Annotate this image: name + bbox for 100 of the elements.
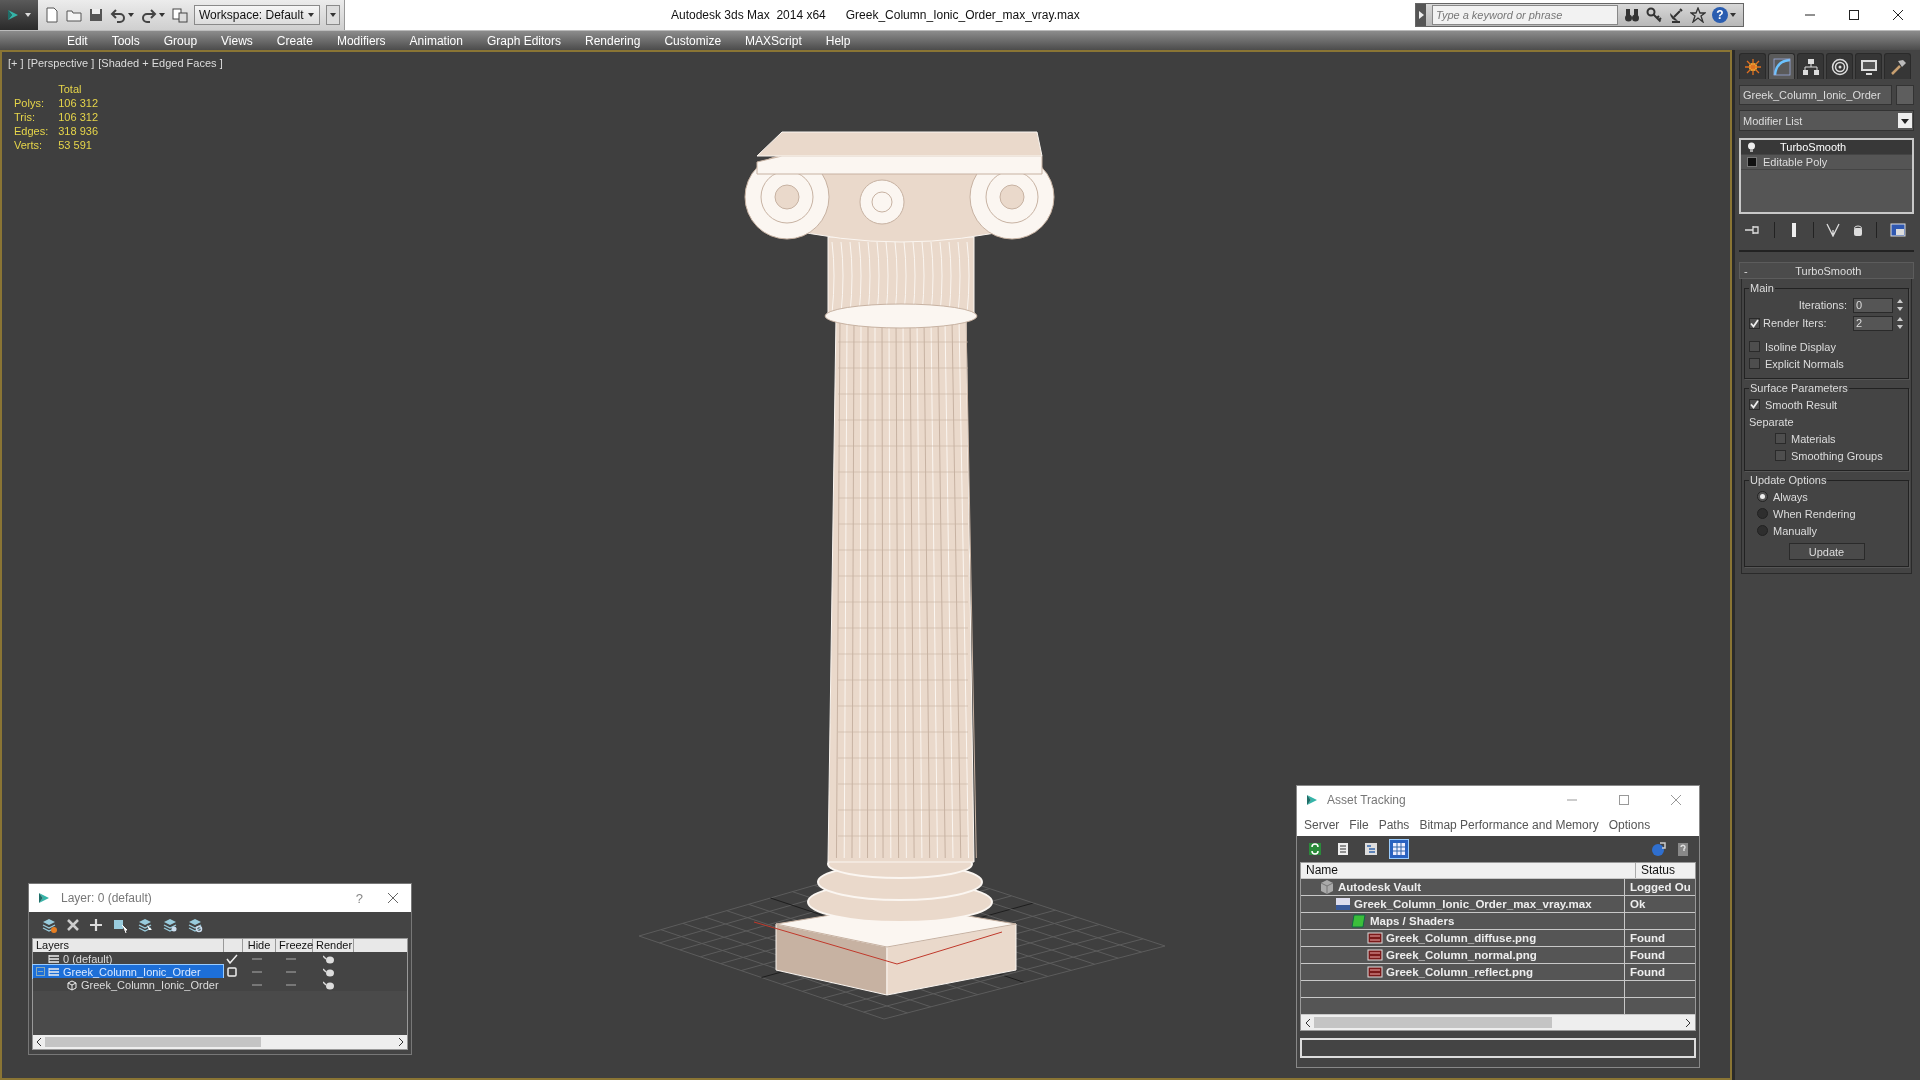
menu-item[interactable]: Modifiers (326, 32, 396, 49)
menu-item[interactable]: Bitmap Performance and Memory (1414, 818, 1604, 832)
asset-row[interactable]: Greek_Column_normal.png (1301, 947, 1625, 963)
scroll-left-icon[interactable] (36, 1038, 42, 1046)
menu-item[interactable]: Rendering (575, 32, 651, 49)
layer-row[interactable]: Greek_Column_Ionic_Order (33, 965, 223, 978)
plus-icon[interactable] (89, 918, 103, 932)
light-bulb-icon[interactable] (1747, 141, 1756, 153)
cylinder-icon[interactable] (1853, 223, 1864, 237)
scrollbar[interactable] (33, 1035, 407, 1049)
checkbox[interactable] (1749, 399, 1760, 410)
cube-cursor-icon[interactable] (112, 917, 128, 933)
scroll-right-icon[interactable] (1685, 1018, 1691, 1027)
column-header[interactable]: Name (1301, 863, 1636, 878)
project-icon[interactable] (172, 7, 188, 23)
fork-icon[interactable] (1826, 223, 1841, 237)
star-icon[interactable] (1690, 7, 1706, 23)
radio-button[interactable] (1757, 525, 1768, 536)
modifier-stack[interactable]: TurboSmooth Editable Poly (1739, 138, 1914, 214)
menu-item[interactable]: Server (1299, 818, 1345, 832)
menu-item[interactable]: MAXScript (735, 32, 812, 49)
asset-row[interactable]: Greek_Column_reflect.png (1301, 964, 1625, 980)
radio-button[interactable] (1757, 508, 1768, 519)
stack-item[interactable]: TurboSmooth (1741, 140, 1912, 155)
checkbox[interactable] (1775, 450, 1786, 461)
object-name-field[interactable]: Greek_Column_Ionic_Order (1739, 85, 1892, 105)
view-button[interactable] (1389, 839, 1409, 859)
search-field[interactable]: Type a keyword or phrase (1432, 5, 1618, 25)
layer-stack-icon[interactable] (41, 917, 57, 933)
scroll-left-icon[interactable] (1305, 1018, 1311, 1027)
menu-item[interactable]: Create (266, 32, 323, 49)
caret-icon[interactable] (1729, 11, 1737, 19)
menu-item[interactable]: Tools (101, 32, 150, 49)
menu-item[interactable]: Group (153, 32, 208, 49)
panel-tab[interactable] (1884, 53, 1911, 79)
layer-gear-icon[interactable] (187, 917, 203, 933)
layer-cursor-icon[interactable] (137, 917, 153, 933)
radio-button[interactable] (1757, 491, 1768, 502)
help-button[interactable]: ? (1712, 7, 1728, 23)
input-field[interactable]: 0 (1853, 297, 1893, 313)
checkbox[interactable] (1749, 317, 1760, 329)
workspace-dropdown[interactable]: Workspace: Default (194, 5, 320, 25)
folder-icon[interactable] (66, 7, 82, 23)
asset-row[interactable]: Maps / Shaders (1301, 913, 1625, 929)
menu-item[interactable]: Edit (57, 32, 98, 49)
menu-item[interactable]: Graph Editors (476, 32, 571, 49)
checkbox-icon[interactable] (227, 966, 237, 977)
panel-tab[interactable] (1826, 53, 1853, 79)
help-button[interactable]: ? (343, 890, 375, 906)
binoculars-icon[interactable] (1624, 7, 1640, 23)
asset-row[interactable]: Autodesk Vault (1301, 879, 1625, 895)
toolbar-menu-button[interactable] (326, 5, 340, 25)
spinner-icon[interactable] (1896, 316, 1904, 330)
asset-row[interactable]: Greek_Column_diffuse.png (1301, 930, 1625, 946)
spinner-icon[interactable] (1896, 298, 1904, 312)
menu-item[interactable]: Customize (654, 32, 732, 49)
viewport-menu[interactable]: [Shaded + Edged Faces ] (98, 57, 223, 69)
expand-icon[interactable] (1747, 157, 1757, 167)
panel-tab[interactable] (1797, 53, 1824, 79)
pin-icon[interactable] (1745, 224, 1761, 236)
menu-item[interactable]: Help (815, 32, 861, 49)
save-icon[interactable] (88, 7, 104, 23)
key-icon[interactable] (1646, 7, 1662, 23)
layer-light-icon[interactable] (162, 917, 178, 933)
scroll-right-icon[interactable] (398, 1038, 404, 1046)
menu-item[interactable]: Animation (399, 32, 473, 49)
help-page-icon[interactable] (1675, 841, 1691, 857)
undo-icon[interactable] (110, 7, 126, 23)
rollout-header[interactable]: - TurboSmooth (1739, 262, 1914, 279)
menu-item[interactable]: Views (211, 32, 263, 49)
modifier-list-dropdown[interactable]: Modifier List (1739, 110, 1914, 131)
asset-row[interactable]: Greek_Column_Ionic_Order_max_vray.max (1301, 896, 1625, 912)
panel-tab[interactable] (1768, 53, 1795, 79)
menu-item[interactable]: File (1344, 818, 1374, 832)
check-icon[interactable] (226, 953, 238, 964)
redo-icon[interactable] (141, 7, 157, 23)
window-icon[interactable] (1889, 223, 1906, 237)
checkbox[interactable] (1749, 341, 1760, 352)
expand-button[interactable] (1416, 4, 1426, 26)
menu-item[interactable]: Options (1603, 818, 1656, 832)
stack-item[interactable]: Editable Poly (1741, 155, 1912, 170)
new-file-icon[interactable] (44, 7, 60, 23)
scrollbar[interactable] (1301, 1014, 1695, 1030)
menu-item[interactable]: Paths (1373, 818, 1415, 832)
color-swatch[interactable] (1896, 85, 1914, 105)
update-button[interactable]: Update (1788, 543, 1865, 560)
x-icon[interactable] (66, 918, 80, 932)
caret-icon[interactable] (158, 11, 166, 19)
application-button[interactable] (0, 0, 38, 30)
viewport-menu[interactable]: [Perspective ] (27, 57, 95, 69)
input-field[interactable]: 2 (1853, 315, 1893, 331)
panel-tab[interactable] (1739, 53, 1766, 79)
column-header[interactable]: Status (1636, 863, 1695, 878)
viewport-menu[interactable]: [+ ] (8, 57, 24, 69)
caret-icon[interactable] (127, 11, 135, 19)
help-globe-icon[interactable] (1651, 841, 1667, 857)
checkbox[interactable] (1749, 358, 1760, 369)
checkbox[interactable] (1775, 433, 1786, 444)
status-field[interactable] (1300, 1038, 1696, 1058)
panel-tab[interactable] (1855, 53, 1882, 79)
